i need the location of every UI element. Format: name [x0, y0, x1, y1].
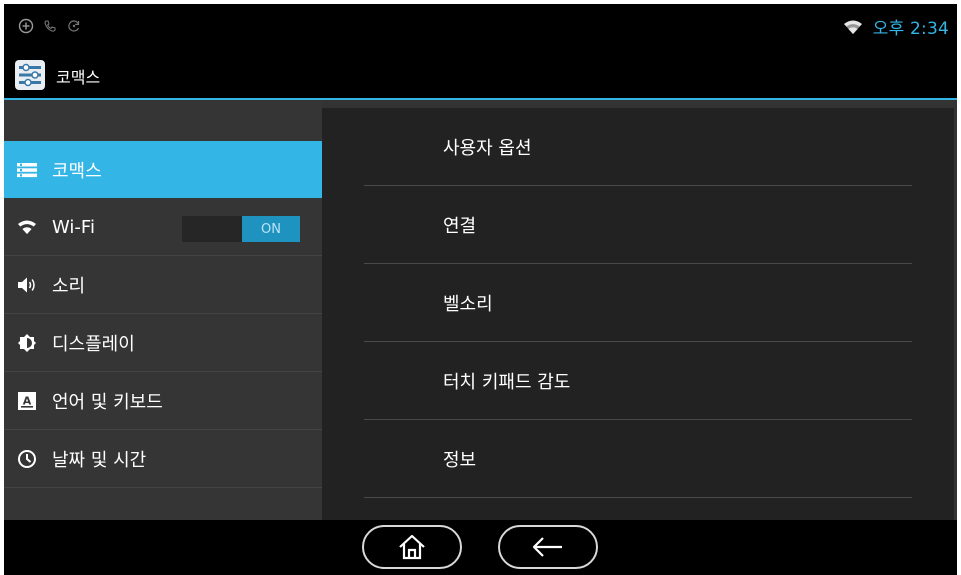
sync-icon	[68, 20, 80, 32]
status-left-icons	[18, 18, 82, 34]
navigation-bar	[4, 520, 957, 575]
menu-item-ringtone[interactable]: 벨소리	[364, 264, 912, 342]
sidebar-item-commax[interactable]: 코맥스	[4, 141, 322, 198]
home-button[interactable]	[362, 525, 462, 569]
menu-item-label: 터치 키패드 감도	[443, 371, 571, 393]
svg-text:A: A	[23, 395, 32, 408]
keyboard-a-icon: A	[16, 390, 38, 412]
device-screen: 오후 2:34 코맥스 코맥스 Wi-Fi ON 소리 디스플레이 A 언어 및…	[4, 4, 957, 575]
settings-sidebar: 코맥스 Wi-Fi ON 소리 디스플레이 A 언어 및 키보드 날짜 및 시간	[4, 100, 322, 520]
settings-content: 코맥스 Wi-Fi ON 소리 디스플레이 A 언어 및 키보드 날짜 및 시간…	[4, 100, 957, 520]
sidebar-item-label: Wi-Fi	[52, 216, 95, 238]
clock-icon	[16, 448, 38, 470]
menu-item-label: 사용자 옵션	[443, 137, 532, 159]
phone-icon	[44, 20, 56, 32]
back-arrow-icon	[532, 537, 562, 557]
add-circle-icon	[18, 18, 34, 34]
status-time: 오후 2:34	[872, 19, 949, 39]
back-button[interactable]	[498, 525, 598, 569]
sidebar-item-sound[interactable]: 소리	[4, 257, 322, 314]
sidebar-item-label: 날짜 및 시간	[52, 450, 147, 471]
menu-item-touch-keypad-sensitivity[interactable]: 터치 키패드 감도	[364, 342, 912, 420]
speaker-icon	[16, 274, 38, 296]
home-icon	[399, 534, 425, 560]
status-bar: 오후 2:34	[4, 4, 957, 52]
wifi-toggle[interactable]: ON	[182, 216, 300, 242]
sidebar-item-language-keyboard[interactable]: A 언어 및 키보드	[4, 373, 322, 430]
settings-sliders-icon[interactable]	[14, 59, 46, 91]
sidebar-item-display[interactable]: 디스플레이	[4, 315, 322, 372]
wifi-icon	[16, 216, 38, 238]
sidebar-item-date-time[interactable]: 날짜 및 시간	[4, 431, 322, 488]
settings-detail-panel: 사용자 옵션 연결 벨소리 터치 키패드 감도 정보	[322, 108, 954, 520]
sidebar-item-label: 디스플레이	[52, 334, 135, 355]
menu-item-user-options[interactable]: 사용자 옵션	[364, 108, 912, 186]
toggle-on-label: ON	[242, 216, 300, 242]
menu-item-label: 벨소리	[443, 293, 493, 315]
brightness-icon	[16, 332, 38, 354]
action-bar: 코맥스	[4, 52, 957, 98]
menu-item-connection[interactable]: 연결	[364, 186, 912, 264]
wifi-icon	[843, 20, 862, 34]
sidebar-item-label: 언어 및 키보드	[52, 392, 163, 413]
sidebar-item-wifi[interactable]: Wi-Fi ON	[4, 199, 322, 256]
toggle-off-side	[182, 216, 242, 242]
menu-item-label: 연결	[443, 215, 477, 237]
action-bar-title: 코맥스	[56, 68, 101, 87]
sidebar-item-label: 코맥스	[52, 160, 102, 182]
sidebar-item-label: 소리	[52, 276, 86, 297]
menu-item-label: 정보	[443, 449, 477, 471]
menu-item-info[interactable]: 정보	[364, 420, 912, 498]
status-right: 오후 2:34	[843, 14, 949, 39]
list-icon	[16, 159, 38, 181]
